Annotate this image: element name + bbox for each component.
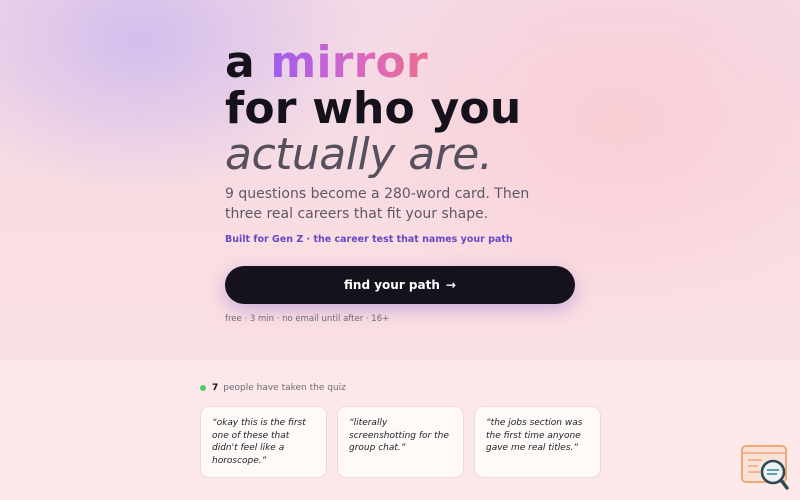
headline-accent-word: mirror [270, 37, 428, 88]
testimonial-card: “the jobs section was the first time any… [474, 406, 601, 478]
quiz-taker-count: 7 [212, 383, 219, 393]
headline-prefix: a [225, 37, 271, 88]
hero-fine-print: free · 3 min · no email until after · 16… [225, 314, 390, 324]
find-your-path-button[interactable]: find your path → [225, 266, 575, 304]
testimonial-list: “okay this is the first one of these tha… [200, 406, 601, 478]
search-magnifier-icon[interactable] [740, 444, 790, 492]
social-proof-text: people have taken the quiz [223, 383, 346, 393]
hero-subtitle: 9 questions become a 280-word card. Then… [225, 186, 530, 222]
live-status-dot-icon [200, 385, 206, 391]
headline-line-2: for who you [225, 83, 522, 134]
testimonial-card: “literally screenshotting for the group … [337, 406, 464, 478]
arrow-right-icon: → [445, 278, 456, 292]
cta-label: find your path [344, 278, 440, 292]
testimonial-quote: “literally screenshotting for the group … [349, 418, 449, 453]
testimonial-quote: “the jobs section was the first time any… [486, 418, 583, 453]
hero-headline: a mirror for who you actually are. [225, 40, 645, 178]
testimonial-quote: “okay this is the first one of these tha… [212, 418, 306, 466]
headline-line-3: actually are. [225, 129, 493, 180]
testimonial-card: “okay this is the first one of these tha… [200, 406, 327, 478]
hero-tagline: Built for Gen Z · the career test that n… [225, 234, 513, 245]
social-proof: 7 people have taken the quiz [200, 383, 346, 393]
